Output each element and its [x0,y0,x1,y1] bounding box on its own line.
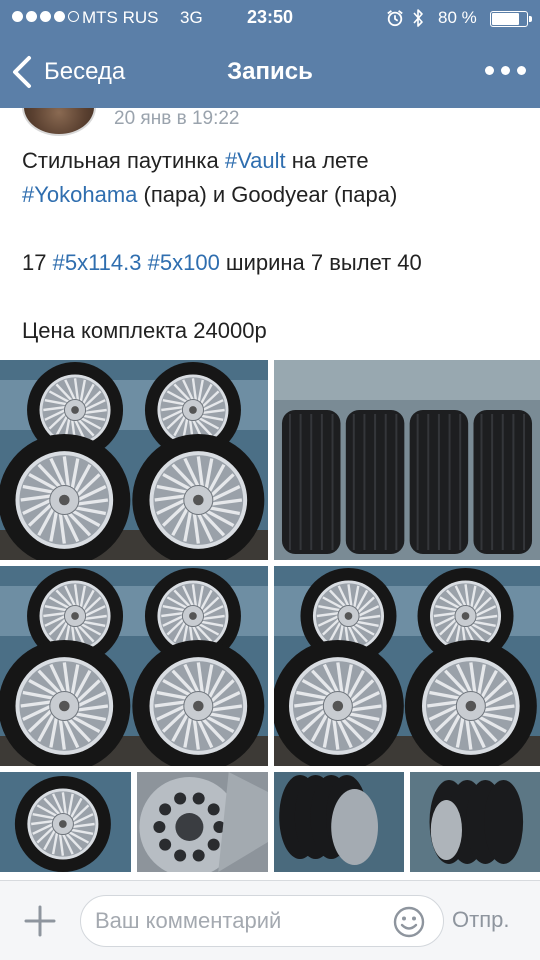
photo-2[interactable] [274,360,540,560]
post-text: Стильная паутинка #Vault на лете #Yokoham… [22,144,522,348]
photo-1[interactable] [0,360,268,560]
send-button[interactable]: Отпр. [452,907,509,933]
alarm-icon [387,10,403,27]
post-header: 20 янв в 19:22 [0,108,540,136]
hashtag-link[interactable]: #Vault [225,148,286,173]
nav-bar: Беседа Запись [0,36,540,108]
battery-percent: 80 % [438,8,477,27]
comment-input[interactable] [80,895,444,947]
photo-image [274,360,540,560]
bluetooth-icon [413,9,423,27]
avatar[interactable] [22,108,96,136]
post-text-span: Цена комплекта 24000р [22,318,267,343]
photo-8[interactable] [410,772,540,872]
post-date: 20 янв в 19:22 [114,108,240,129]
post-text-span: ширина 7 вылет 40 [219,250,422,275]
photo-image [0,566,268,766]
photo-5[interactable] [0,772,131,872]
back-label: Беседа [44,58,126,85]
more-dots-icon[interactable] [485,60,526,81]
status-bar: MTS RUS 3G 23:50 80 % [0,0,540,36]
photo-6[interactable] [137,772,268,872]
post-text-span: на лете [285,148,369,173]
hashtag-link[interactable]: #Yokohama [22,182,137,207]
photo-image [274,772,404,872]
battery-icon [490,11,532,27]
post-line: Цена комплекта 24000р [22,314,522,348]
back-button[interactable]: Беседа [10,50,125,94]
photo-image [0,360,268,560]
top-bar: MTS RUS 3G 23:50 80 % Беседа Запись [0,0,540,108]
photo-3[interactable] [0,566,268,766]
post-line [22,212,522,246]
hashtag-link[interactable]: #5x114.3 [53,250,142,275]
post-text-span: Стильная паутинка [22,148,225,173]
photo-image [0,772,131,872]
photo-7[interactable] [274,772,404,872]
plus-icon[interactable] [20,901,60,941]
photo-image [274,566,540,766]
chevron-left-icon [13,56,31,88]
post-text-span: (пара) и Goodyear (пара) [137,182,398,207]
post-line: 17 #5x114.3 #5x100 ширина 7 вылет 40 [22,246,522,280]
comment-bar: Отпр. [0,880,540,960]
photo-image [137,772,268,872]
post-line [22,280,522,314]
post-line: Стильная паутинка #Vault на лете [22,144,522,178]
smile-icon[interactable] [392,905,426,939]
post-line: #Yokohama (пара) и Goodyear (пара) [22,178,522,212]
post-text-span: 17 [22,250,53,275]
hashtag-link[interactable]: #5x100 [148,250,220,275]
photo-image [410,772,540,872]
photo-4[interactable] [274,566,540,766]
